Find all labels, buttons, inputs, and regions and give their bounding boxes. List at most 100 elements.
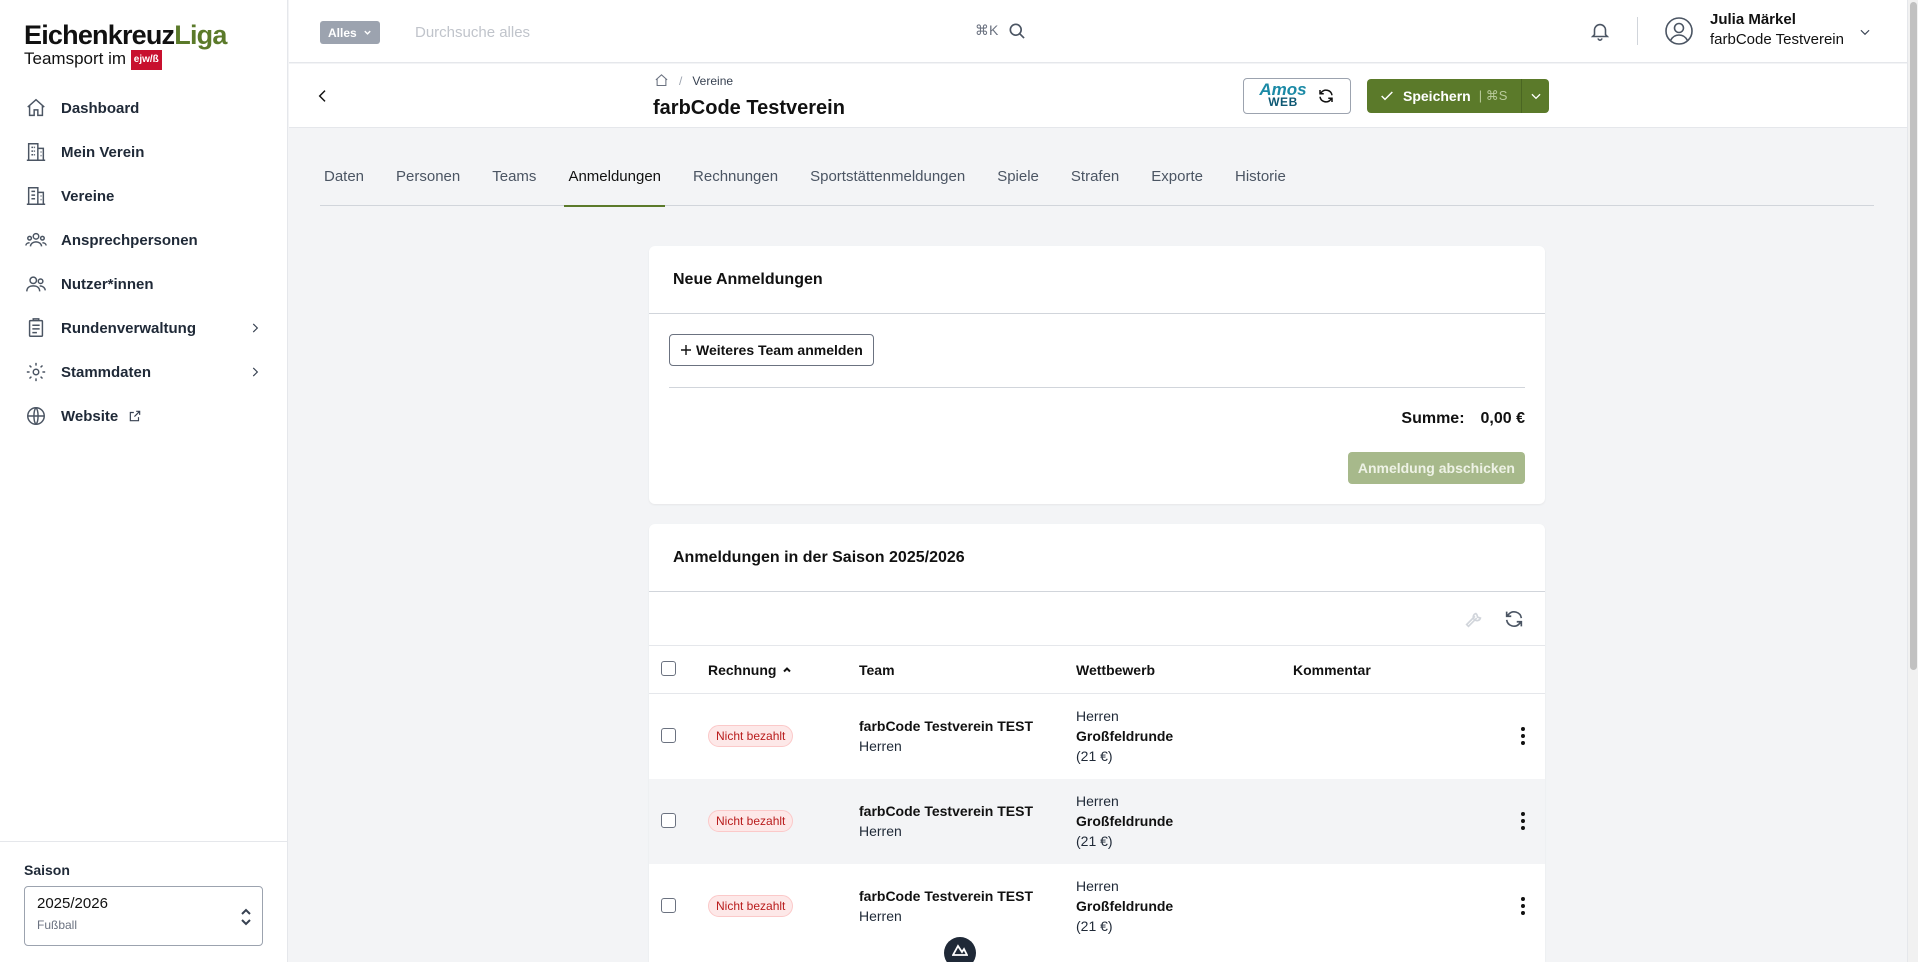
row-checkbox[interactable] [661, 728, 676, 743]
tab-teams[interactable]: Teams [488, 156, 540, 206]
amos-web-sync-button[interactable]: Amos WEB [1243, 78, 1351, 114]
competition-cell: Herren Großfeldrunde (21 €) [1076, 876, 1173, 936]
verein-tabs: Daten Personen Teams Anmeldungen Rechnun… [320, 156, 1874, 207]
sidebar-item-label: Stammdaten [61, 363, 152, 381]
chevron-right-icon [252, 323, 259, 333]
brand-badge: ejw/ß [130, 50, 162, 70]
floating-toolbar-button[interactable] [944, 937, 976, 962]
main-nav: Dashboard Mein Verein Vereine Ansprechpe… [0, 86, 288, 438]
tab-exporte[interactable]: Exporte [1147, 156, 1207, 206]
sidebar-item-label: Dashboard [61, 99, 140, 117]
column-rechnung[interactable]: Rechnung [708, 662, 792, 678]
save-options-toggle[interactable] [1521, 79, 1549, 113]
status-badge: Nicht bezahlt [708, 895, 794, 917]
brand-logo[interactable]: EichenkreuzLiga Teamsport im ejw/ß [24, 20, 227, 70]
chevron-down-icon[interactable] [1858, 25, 1872, 39]
globe-icon [27, 407, 45, 425]
competition-cell: Herren Großfeldrunde (21 €) [1076, 706, 1173, 766]
competition-category: Herren [1076, 878, 1119, 894]
tab-historie[interactable]: Historie [1231, 156, 1290, 206]
gear-icon [26, 362, 46, 382]
search-shortcut: ⌘K [975, 22, 999, 38]
mountain-logo-icon [952, 944, 968, 956]
row-checkbox[interactable] [661, 813, 676, 828]
sidebar-item-rundenverwaltung[interactable]: Rundenverwaltung [0, 306, 288, 350]
save-shortcut: | ⌘S [1478, 88, 1508, 103]
sidebar-item-website[interactable]: Website [0, 394, 288, 438]
scrollbar-thumb[interactable] [1910, 2, 1917, 670]
team-category: Herren [859, 908, 902, 924]
column-wettbewerb[interactable]: Wettbewerb [1076, 662, 1155, 678]
user-avatar-icon[interactable] [1664, 16, 1694, 46]
user-org[interactable]: farbCode Testverein [1710, 31, 1844, 48]
team-name: farbCode Testverein TEST [859, 718, 1034, 734]
status-badge: Nicht bezahlt [708, 725, 794, 747]
tab-strafen[interactable]: Strafen [1067, 156, 1123, 206]
topbar-divider [1637, 17, 1638, 45]
tab-daten[interactable]: Daten [320, 156, 368, 206]
search-input[interactable] [415, 16, 975, 48]
sidebar-item-label: Nutzer*innen [61, 275, 154, 293]
add-team-label: Weiteres Team anmelden [696, 342, 863, 358]
team-cell: farbCode Testverein TEST Herren [859, 801, 1033, 841]
home-icon [27, 98, 45, 117]
competition-name: Großfeldrunde [1076, 898, 1174, 914]
page-title: farbCode Testverein [653, 97, 845, 119]
sidebar-item-ansprechpersonen[interactable]: Ansprechpersonen [0, 218, 288, 262]
save-button[interactable]: Speichern | ⌘S [1367, 88, 1521, 104]
row-checkbox[interactable] [661, 898, 676, 913]
column-team[interactable]: Team [859, 662, 895, 678]
team-name: farbCode Testverein TEST [859, 803, 1034, 819]
sidebar: EichenkreuzLiga Teamsport im ejw/ß Dashb… [0, 0, 288, 962]
team-name: farbCode Testverein TEST [859, 888, 1034, 904]
saison-sport: Fußball [37, 918, 78, 932]
tab-sportstaettenmeldungen[interactable]: Sportstättenmeldungen [806, 156, 969, 206]
page-scrollbar[interactable] [1907, 0, 1918, 962]
sidebar-item-label: Mein Verein [61, 143, 145, 161]
sum-label: Summe: [1401, 410, 1465, 427]
row-actions-menu[interactable] [1519, 810, 1527, 832]
search-icon[interactable] [1007, 21, 1027, 41]
saison-selector: Saison 2025/2026 Fußball [0, 841, 288, 962]
refresh-icon[interactable] [1503, 608, 1525, 630]
home-icon[interactable] [654, 73, 669, 88]
submit-registration-button[interactable]: Anmeldung abschicken [1347, 452, 1525, 484]
sidebar-item-mein-verein[interactable]: Mein Verein [0, 130, 288, 174]
wrench-icon[interactable] [1463, 608, 1485, 630]
breadcrumb: / Vereine [654, 73, 733, 88]
page-header: / Vereine farbCode Testverein Amos WEB Sp… [289, 64, 1907, 128]
tab-rechnungen[interactable]: Rechnungen [689, 156, 782, 206]
search-scope-dropdown[interactable]: Alles [320, 21, 380, 44]
plus-icon [681, 345, 691, 355]
column-kommentar[interactable]: Kommentar [1293, 662, 1371, 678]
card-title: Anmeldungen in der Saison 2025/2026 [649, 524, 1545, 592]
team-category: Herren [859, 738, 902, 754]
row-actions-menu[interactable] [1519, 895, 1527, 917]
user-group-icon [26, 276, 46, 292]
season-registrations-card: Anmeldungen in der Saison 2025/2026 Rech… [649, 524, 1545, 962]
saison-label: Saison [24, 862, 70, 878]
table-row: Nicht bezahlt farbCode Testverein TEST H… [649, 694, 1545, 779]
user-name[interactable]: Julia Märkel [1710, 11, 1796, 28]
tab-spiele[interactable]: Spiele [993, 156, 1043, 206]
competition-category: Herren [1076, 708, 1119, 724]
saison-select[interactable]: 2025/2026 Fußball [24, 886, 263, 946]
tab-anmeldungen[interactable]: Anmeldungen [564, 156, 665, 207]
sidebar-item-nutzerinnen[interactable]: Nutzer*innen [0, 262, 288, 306]
sidebar-item-vereine[interactable]: Vereine [0, 174, 288, 218]
add-team-button[interactable]: Weiteres Team anmelden [669, 334, 874, 366]
select-all-checkbox[interactable] [661, 661, 676, 676]
chevron-right-icon [252, 367, 259, 377]
search-scope-label: Alles [328, 25, 357, 40]
sidebar-item-dashboard[interactable]: Dashboard [0, 86, 288, 130]
table-header: Rechnung Team Wettbewerb Kommentar [649, 646, 1545, 694]
back-arrow-icon[interactable] [315, 88, 331, 104]
bell-icon[interactable] [1589, 20, 1611, 42]
sidebar-item-stammdaten[interactable]: Stammdaten [0, 350, 288, 394]
breadcrumb-vereine[interactable]: Vereine [692, 74, 733, 88]
chevron-updown-icon [241, 908, 251, 926]
row-actions-menu[interactable] [1519, 725, 1527, 747]
save-label: Speichern [1403, 88, 1471, 104]
chevron-down-icon [1530, 93, 1541, 100]
tab-personen[interactable]: Personen [392, 156, 464, 206]
